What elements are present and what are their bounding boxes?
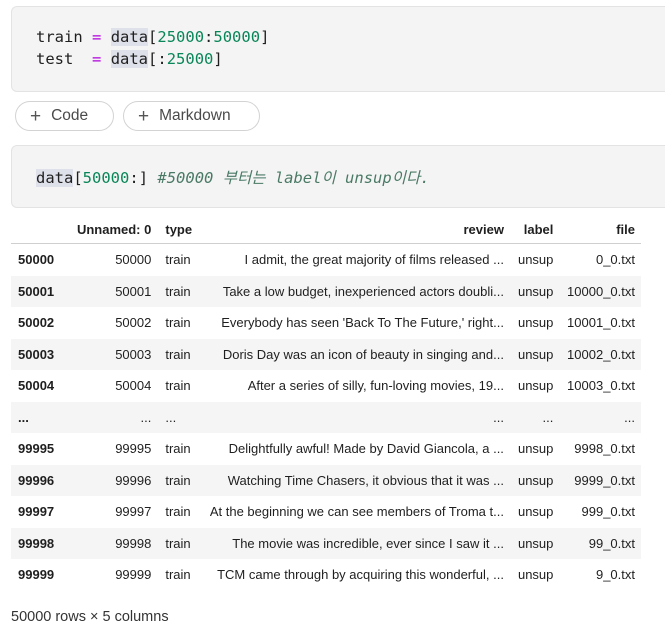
code-cell-split[interactable]: train = data[25000:50000] test = data[:2… — [11, 6, 665, 92]
table-row: 99997 99997 train At the beginning we can s… — [11, 496, 641, 528]
cell-review: After a series of silly, fun-loving movi… — [247, 378, 504, 394]
table-row: 99999 99999 train TCM came through by acqui… — [11, 559, 641, 591]
cell-file: 10001_0.txt — [567, 315, 635, 331]
row-index: 50001 — [11, 275, 71, 307]
cell-file: 10003_0.txt — [567, 378, 635, 394]
column-header-label: label — [509, 215, 560, 244]
column-header-unnamed: Unnamed: 0 — [70, 215, 158, 244]
cell-label: unsup — [517, 504, 554, 520]
cell-unnamed: 99999 — [115, 567, 152, 583]
add-markdown-cell-button[interactable]: + Markdown — [123, 101, 260, 131]
cell-type: ... — [157, 401, 204, 433]
cell-label: unsup — [517, 378, 554, 394]
plus-icon: + — [138, 105, 150, 127]
row-index: 50004 — [18, 378, 55, 394]
cell-unnamed: 99997 — [115, 504, 152, 520]
row-index: 99996 — [11, 464, 71, 496]
row-index: 50000 — [18, 252, 55, 268]
cell-review: The movie was incredible, ever since I s… — [203, 527, 510, 559]
column-header-type: type — [157, 215, 204, 244]
row-index: ... — [11, 401, 71, 433]
cell-label: unsup — [509, 527, 560, 559]
table-row: .................. — [11, 401, 641, 433]
code-comment: #50000 부터는 label이 unsup이다. — [157, 169, 430, 187]
cell-file: 99_0.txt — [559, 527, 641, 559]
cell-label: unsup — [509, 338, 560, 370]
cell-type: train — [157, 527, 204, 559]
cell-file: 10000_0.txt — [559, 275, 641, 307]
cell-label: unsup — [509, 275, 560, 307]
cell-type: train — [165, 378, 191, 394]
code-line-slice: data[50000:] #50000 부터는 label이 unsup이다. — [36, 169, 430, 187]
cell-review: Take a low budget, inexperienced actors … — [203, 275, 510, 307]
cell-type: train — [165, 567, 191, 583]
table-row: 50001 50001 train Take a low budget, inexpe… — [11, 275, 641, 307]
cell-file: ... — [559, 401, 641, 433]
table-row: 99998 99998 train The movie was incredible,… — [11, 527, 641, 559]
cell-review: Delightfully awful! Made by David Gianco… — [228, 441, 504, 457]
cell-file: 999_0.txt — [581, 504, 636, 520]
cell-review: Watching Time Chasers, it obvious that i… — [203, 464, 510, 496]
cell-review: Doris Day was an icon of beauty in singi… — [203, 338, 510, 370]
cell-label: unsup — [517, 252, 554, 268]
cell-review: At the beginning we can see members of T… — [209, 504, 504, 520]
row-index: 50002 — [18, 315, 55, 331]
cell-label: unsup — [509, 464, 560, 496]
row-index: 99998 — [11, 527, 71, 559]
column-header-index — [11, 215, 71, 244]
code-line-test: test = data[:25000] — [36, 50, 223, 68]
row-index: 99997 — [18, 504, 55, 520]
cell-label: unsup — [517, 441, 554, 457]
cell-unnamed: ... — [70, 401, 158, 433]
table-row: 99996 99996 train Watching Time Chasers, it… — [11, 464, 641, 496]
cell-label: unsup — [517, 567, 554, 583]
cell-review: I admit, the great majority of films rel… — [244, 252, 504, 268]
cell-unnamed: 99995 — [115, 441, 152, 457]
cell-unnamed: 50000 — [115, 252, 152, 268]
cell-unnamed: 50003 — [70, 338, 158, 370]
table-header-row: Unnamed: 0 type review label file — [11, 215, 641, 244]
cell-label: unsup — [517, 315, 554, 331]
cell-type: train — [165, 441, 191, 457]
cell-unnamed: 99998 — [70, 527, 158, 559]
add-code-label: Code — [51, 107, 89, 124]
cell-review: TCM came through by acquiring this wonde… — [217, 567, 504, 583]
dataframe-output: Unnamed: 0 type review label file 50000 5… — [11, 215, 641, 591]
code-cell-slice[interactable]: data[50000:] #50000 부터는 label이 unsup이다. — [11, 145, 665, 208]
table-row: 50000 50000 train I admit, the great majori… — [11, 244, 641, 276]
cell-type: train — [165, 504, 191, 520]
table-row: 50002 50002 train Everybody has seen 'Back … — [11, 307, 641, 339]
row-index: 99995 — [18, 441, 55, 457]
cell-unnamed: 50002 — [115, 315, 152, 331]
cell-unnamed: 50004 — [115, 378, 152, 394]
cell-unnamed: 50001 — [70, 275, 158, 307]
cell-file: 9998_0.txt — [574, 441, 635, 457]
cell-type: train — [165, 252, 191, 268]
cell-file: 9999_0.txt — [559, 464, 641, 496]
table-row: 50003 50003 train Doris Day was an icon of … — [11, 338, 641, 370]
cell-type: train — [157, 338, 204, 370]
add-code-cell-button[interactable]: + Code — [15, 101, 114, 131]
cell-type: train — [157, 275, 204, 307]
table-row: 50004 50004 train After a series of silly, … — [11, 370, 641, 402]
table-row: 99995 99995 train Delightfully awful! Made … — [11, 433, 641, 465]
row-index: 50003 — [11, 338, 71, 370]
code-line-train: train = data[25000:50000] — [36, 28, 270, 46]
cell-review: ... — [203, 401, 510, 433]
column-header-file: file — [559, 215, 641, 244]
cell-file: 0_0.txt — [595, 252, 635, 268]
plus-icon: + — [30, 105, 42, 127]
cell-label: ... — [509, 401, 560, 433]
column-header-review: review — [203, 215, 510, 244]
row-index: 99999 — [18, 567, 55, 583]
cell-unnamed: 99996 — [70, 464, 158, 496]
cell-review: Everybody has seen 'Back To The Future,'… — [221, 315, 504, 331]
cell-type: train — [157, 464, 204, 496]
cell-file: 10002_0.txt — [559, 338, 641, 370]
cell-type: train — [165, 315, 191, 331]
add-markdown-label: Markdown — [159, 107, 231, 124]
cell-file: 9_0.txt — [595, 567, 635, 583]
dataframe-shape: 50000 rows × 5 columns — [11, 609, 169, 625]
